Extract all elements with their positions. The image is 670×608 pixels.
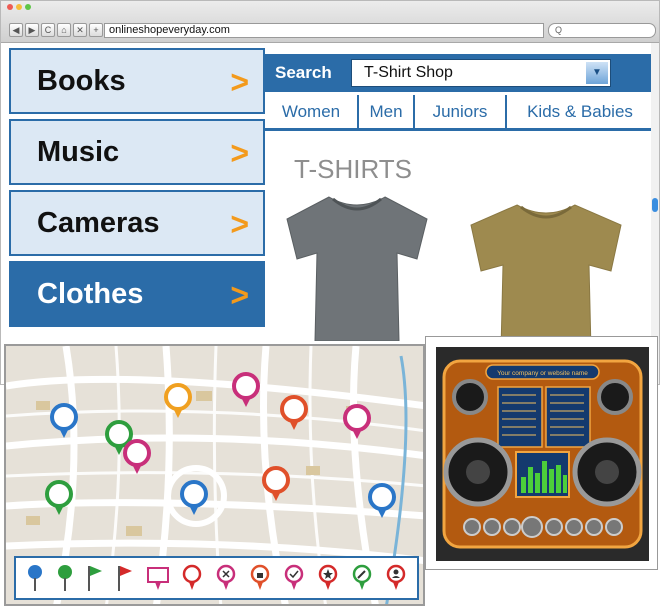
window-controls — [7, 4, 31, 10]
chevron-right-icon: > — [230, 206, 249, 242]
speaker-header-text: Your company or website name — [497, 370, 588, 377]
tab-women[interactable]: Women — [265, 95, 359, 128]
chevron-right-icon: > — [230, 135, 249, 171]
tan-tshirt-image[interactable] — [461, 201, 631, 351]
plus-icon — [45, 480, 73, 515]
home-icon — [280, 395, 308, 430]
menu-item-label: Music — [37, 135, 120, 168]
minus-icon — [343, 404, 371, 439]
menu-item-label: Books — [37, 64, 126, 97]
menu-item-books[interactable]: Books > — [9, 48, 265, 114]
phone-icon — [180, 480, 208, 515]
green-flag-icon[interactable] — [86, 564, 104, 592]
menu-item-clothes[interactable]: Clothes > — [9, 261, 265, 327]
section-title: T-SHIRTS — [294, 154, 412, 184]
camera-icon — [164, 383, 192, 418]
tab-juniors[interactable]: Juniors — [415, 95, 507, 128]
close-pin-icon[interactable] — [215, 564, 237, 592]
info-icon — [232, 372, 260, 407]
shopping-cart-icon — [50, 403, 78, 438]
home-button[interactable]: ⌂ — [57, 23, 71, 37]
mask-icon — [368, 483, 396, 518]
minimize-window-button[interactable] — [16, 4, 22, 10]
menu-item-cameras[interactable]: Cameras > — [9, 190, 265, 256]
new-tab-button[interactable]: + — [89, 23, 103, 37]
browser-search-field[interactable]: Q — [548, 23, 656, 38]
shop-select-value: T-Shirt Shop — [364, 64, 453, 81]
browser-toolbar: ◀ ▶ C ⌂ ✕ + onlineshopeveryday.com Q — [1, 1, 659, 43]
scrollbar-thumb[interactable] — [652, 198, 658, 212]
chevron-right-icon: > — [230, 277, 249, 313]
shop-search-bar: Search T-Shirt Shop ▼ — [265, 54, 653, 92]
speaker-illustration: Your company or website name — [436, 347, 649, 561]
tab-kids-babies[interactable]: Kids & Babies — [507, 95, 653, 128]
green-pin-icon[interactable] — [56, 564, 74, 592]
pushpin-icon[interactable] — [26, 564, 44, 592]
star-pin-icon[interactable] — [317, 564, 339, 592]
menu-item-label: Cameras — [37, 206, 160, 239]
person-pin-icon[interactable] — [385, 564, 407, 592]
stop-button[interactable]: ✕ — [73, 23, 87, 37]
reload-button[interactable]: C — [41, 23, 55, 37]
mail-icon — [262, 466, 290, 501]
address-bar[interactable]: onlineshopeveryday.com — [104, 23, 544, 38]
menu-item-label: Clothes — [37, 277, 144, 310]
forward-button[interactable]: ▶ — [25, 23, 39, 37]
close-window-button[interactable] — [7, 4, 13, 10]
wrench-pin-icon[interactable] — [351, 564, 373, 592]
empty-pin-icon[interactable] — [181, 564, 203, 592]
browser-window: ◀ ▶ C ⌂ ✕ + onlineshopeveryday.com Q Boo… — [0, 0, 660, 385]
pin-toolbar — [14, 556, 419, 600]
category-menu: Books > Music > Cameras > Clothes > — [9, 48, 265, 332]
maximize-window-button[interactable] — [25, 4, 31, 10]
search-label: Search — [275, 63, 332, 82]
tab-men[interactable]: Men — [359, 95, 415, 128]
lock-pin-icon[interactable] — [249, 564, 271, 592]
back-button[interactable]: ◀ — [9, 23, 23, 37]
grey-tshirt-image[interactable] — [277, 191, 437, 341]
menu-item-music[interactable]: Music > — [9, 119, 265, 185]
city-map[interactable] — [4, 344, 425, 606]
check-pin-icon[interactable] — [283, 564, 305, 592]
shop-select[interactable]: T-Shirt Shop ▼ — [351, 59, 611, 87]
nav-buttons: ◀ ▶ C ⌂ ✕ + — [9, 23, 103, 37]
scrollbar[interactable] — [651, 43, 659, 384]
question-icon — [123, 439, 151, 474]
red-flag-icon[interactable] — [116, 564, 134, 592]
speaker-ad-panel[interactable]: Your company or website name — [425, 336, 658, 570]
category-tabs: Women Men Juniors Kids & Babies — [265, 95, 653, 131]
chevron-down-icon[interactable]: ▼ — [586, 62, 608, 84]
sign-icon[interactable] — [146, 564, 170, 592]
chevron-right-icon: > — [230, 64, 249, 100]
